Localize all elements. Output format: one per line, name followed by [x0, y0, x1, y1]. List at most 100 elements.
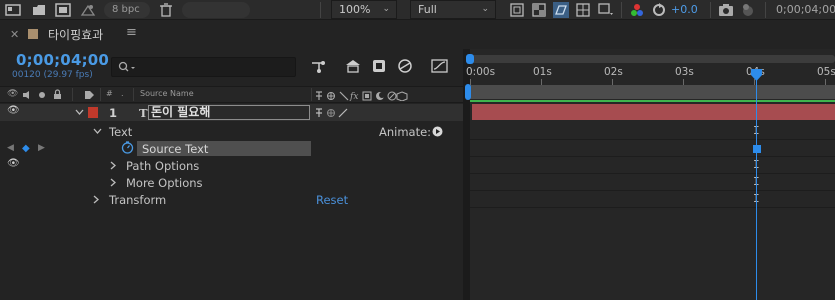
composition-icon[interactable]: [55, 3, 71, 17]
expand-layer-chevron-icon[interactable]: [75, 109, 84, 116]
folder-icon[interactable]: [32, 4, 46, 16]
path-options-visibility-eye-icon[interactable]: 👁: [7, 158, 20, 169]
viewer-toolbar: 8 bpc 100% ⌄ Full ⌄ +0.0 0;00;04;00: [0, 0, 835, 20]
region-of-interest-icon[interactable]: [510, 3, 524, 17]
exposure-value[interactable]: +0.0: [671, 0, 698, 19]
switches-header-icons[interactable]: fx: [314, 90, 436, 101]
composition-mini-flowchart-icon[interactable]: [311, 59, 327, 73]
sort-dot: .: [121, 89, 124, 98]
chevron-down-icon: ⌄: [382, 4, 390, 14]
lock-column-icon[interactable]: [53, 89, 62, 100]
toolbar-separator: [621, 2, 622, 18]
viewer-timecode[interactable]: 0;00;04;00: [776, 0, 835, 19]
resolution-dropdown[interactable]: Full ⌄: [410, 0, 496, 19]
ruler-label: 05s: [817, 66, 835, 78]
column-divider: [133, 88, 134, 101]
source-name-header[interactable]: Source Name: [140, 89, 194, 98]
current-time-display[interactable]: 0;00;04;00: [16, 51, 109, 69]
path-options-row[interactable]: 👁 Path Options: [0, 157, 463, 174]
transform-reset-link[interactable]: Reset: [316, 193, 348, 207]
track-separator: [470, 156, 835, 157]
time-ruler[interactable]: 0:00s 01s 02s 03s 04s 05s: [466, 63, 835, 85]
chevron-down-icon[interactable]: [93, 128, 102, 135]
comp-color-swatch: [28, 29, 38, 39]
text-group-label: Text: [109, 125, 133, 139]
current-time-indicator-head[interactable]: [751, 69, 762, 81]
layer-row[interactable]: 👁 1 T 돈이 필요해: [0, 104, 463, 121]
trash-icon[interactable]: [160, 3, 172, 17]
search-icon: [118, 61, 135, 72]
graph-editor-icon[interactable]: [431, 58, 449, 74]
frame-blending-icon[interactable]: [397, 58, 413, 74]
timeline-graph-area[interactable]: 0:00s 01s 02s 03s 04s 05s I I I I: [465, 49, 835, 300]
panel-menu-icon[interactable]: ≡: [126, 25, 137, 40]
layer-visibility-eye-icon[interactable]: 👁: [7, 105, 20, 116]
frame-info: 00120 (29.97 fps): [12, 70, 93, 80]
snapshot-camera-icon[interactable]: [718, 3, 734, 17]
chevron-right-icon[interactable]: [110, 161, 117, 170]
more-options-row[interactable]: More Options: [0, 174, 463, 191]
chevron-down-icon: ⌄: [481, 4, 489, 14]
hide-shy-layers-icon[interactable]: [371, 58, 387, 74]
grid-guides-icon[interactable]: [576, 3, 590, 17]
stopwatch-icon[interactable]: [121, 141, 134, 154]
time-navigator[interactable]: [466, 54, 835, 64]
show-snapshot-icon[interactable]: [741, 3, 755, 17]
reset-exposure-icon[interactable]: [652, 3, 666, 17]
footage-icon[interactable]: [80, 3, 96, 17]
toolbar-separator: [765, 2, 766, 18]
resolution-value: Full: [418, 3, 437, 16]
work-area-start-handle[interactable]: [465, 84, 471, 100]
draft-3d-icon[interactable]: [345, 59, 361, 73]
comp-view-icon[interactable]: [5, 4, 21, 16]
chevron-right-icon[interactable]: [93, 195, 100, 204]
timeline-left-header: 0;00;04;00 00120 (29.97 fps): [0, 49, 463, 86]
audio-column-icon[interactable]: [22, 90, 32, 100]
layer-label-color[interactable]: [88, 107, 98, 118]
label-column-icon[interactable]: [84, 90, 95, 100]
animate-menu-label[interactable]: Animate:: [379, 125, 431, 139]
ruler-label: 0:00s: [466, 66, 496, 78]
track-separator: [470, 207, 835, 208]
current-time-indicator-line[interactable]: [756, 69, 757, 300]
channel-dropdown-icon[interactable]: [598, 3, 614, 17]
more-options-label: More Options: [126, 176, 203, 190]
visibility-column-icon[interactable]: 👁: [7, 89, 18, 99]
text-group-row[interactable]: Text Animate:: [0, 123, 463, 140]
next-keyframe-icon[interactable]: ▶: [38, 143, 45, 153]
color-channels-icon[interactable]: [630, 3, 644, 17]
composition-tab-title[interactable]: 타이핑효과: [48, 26, 103, 43]
zoom-dropdown[interactable]: 100% ⌄: [331, 0, 397, 19]
bit-depth-toggle[interactable]: 8 bpc: [104, 2, 150, 18]
flowchart-pill[interactable]: [182, 2, 250, 18]
track-separator: [470, 190, 835, 191]
layer-switches[interactable]: [314, 107, 364, 118]
zoom-value: 100%: [339, 3, 371, 16]
timeline-tab-row: ✕ 타이핑효과 ≡: [0, 20, 835, 49]
toolbar-separator: [710, 2, 711, 18]
layer-number-header[interactable]: #: [106, 89, 113, 98]
transparency-grid-icon[interactable]: [532, 3, 546, 17]
work-area-bar[interactable]: [470, 85, 835, 99]
add-keyframe-icon[interactable]: ◆: [22, 143, 30, 154]
layer-name-field[interactable]: 돈이 필요해: [148, 105, 310, 120]
mask-visibility-icon[interactable]: [553, 2, 569, 18]
track-separator: [470, 139, 835, 140]
source-text-keyframe[interactable]: [753, 145, 761, 153]
layer-search-input[interactable]: [111, 57, 296, 77]
text-layer-type-icon: T: [139, 106, 148, 120]
layer-duration-bar[interactable]: [472, 104, 835, 120]
solo-column-icon[interactable]: [38, 91, 46, 99]
source-text-label[interactable]: Source Text: [142, 142, 208, 156]
column-divider: [72, 88, 73, 101]
column-divider: [311, 88, 312, 101]
close-icon[interactable]: ✕: [10, 28, 19, 41]
source-text-row[interactable]: ◀ ◆ ▶ Source Text: [0, 140, 463, 157]
prev-keyframe-icon[interactable]: ◀: [7, 143, 14, 153]
animate-play-icon[interactable]: [432, 126, 443, 137]
toolbar-separator: [320, 2, 321, 18]
ruler-label: 03s: [675, 66, 694, 78]
transform-row[interactable]: Transform Reset: [0, 191, 463, 208]
svg-text:fx: fx: [349, 92, 358, 101]
chevron-right-icon[interactable]: [110, 178, 117, 187]
